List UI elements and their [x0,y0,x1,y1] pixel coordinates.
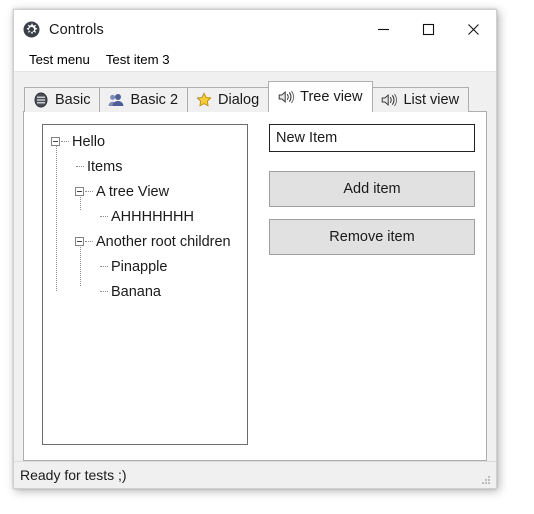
title-bar: Controls [14,10,496,49]
status-text: Ready for tests ;) [20,467,127,483]
tree-connector-dash [85,190,93,193]
tab-basic-2[interactable]: Basic 2 [99,87,189,112]
tree-item-ahhhhhhh[interactable]: AHHHHHHH [43,204,247,229]
tree-connector-dash [85,240,93,243]
tree-connector-dash [76,165,84,168]
tree-expander-hello[interactable] [51,137,60,146]
tree-item-items[interactable]: Items [43,154,247,179]
tree-item-label: Hello [72,133,106,150]
tree-item-pinapple[interactable]: Pinapple [43,254,247,279]
tree-view[interactable]: Hello Items A tree View AHHHHHHH Another… [42,124,248,445]
speaker-icon [278,89,295,105]
tab-tree-view[interactable]: Tree view [268,81,374,112]
tree-item-a-tree-view[interactable]: A tree View [43,179,247,204]
tab-list-view[interactable]: List view [372,87,470,112]
window-title: Controls [49,21,104,38]
tree-expander-a-tree-view[interactable] [75,187,84,196]
tree-item-label: Another root children [96,233,231,250]
tree-item-another-root-children[interactable]: Another root children [43,229,247,254]
tree-controls-panel: Add item Remove item [269,124,475,255]
tree-connector-dash [61,140,69,143]
menu-item-test-item-3[interactable]: Test item 3 [99,50,179,70]
star-icon [196,92,212,108]
users-icon [108,92,124,108]
minimize-button[interactable] [361,10,406,49]
tree-item-hello[interactable]: Hello [43,129,247,154]
tab-area: Basic Basic 2 Dialog Tree view List view… [14,72,496,461]
maximize-button[interactable] [406,10,451,49]
tree-connector-dash [100,215,108,218]
title-bar-left: Controls [14,21,104,38]
tab-tree-view-label: Tree view [300,89,363,105]
tree-item-label: Pinapple [111,258,168,275]
gear-icon [23,21,40,38]
speaker-icon [381,92,398,108]
remove-item-button[interactable]: Remove item [269,219,475,255]
add-item-button[interactable]: Add item [269,171,475,207]
resize-grip-icon[interactable] [480,473,492,485]
tab-panel-tree-view: Hello Items A tree View AHHHHHHH Another… [23,111,487,461]
tree-item-label: A tree View [96,183,170,200]
menu-item-test-menu[interactable]: Test menu [22,50,99,70]
tree-connector-dash [100,290,108,293]
tab-basic-label: Basic [55,92,91,108]
new-item-input[interactable] [269,124,475,152]
tree-expander-another-root-children[interactable] [75,237,84,246]
menu-bar: Test menu Test item 3 [14,49,496,72]
window-controls [361,10,496,49]
list-ellipse-icon [33,92,49,108]
status-bar: Ready for tests ;) [14,461,496,488]
tree-item-label: Items [87,158,123,175]
app-window: Controls Test menu Test item 3 Basic Bas… [13,9,497,489]
tab-list-view-label: List view [403,92,460,108]
tab-basic[interactable]: Basic [24,87,101,112]
tab-basic-2-label: Basic 2 [130,92,179,108]
tree-item-label: Banana [111,283,161,300]
tab-dialog-label: Dialog [218,92,260,108]
close-button[interactable] [451,10,496,49]
tree-item-banana[interactable]: Banana [43,279,247,304]
tab-strip: Basic Basic 2 Dialog Tree view List view [23,81,487,112]
tree-item-label: AHHHHHHH [111,208,194,225]
tab-dialog[interactable]: Dialog [187,87,270,112]
tree-connector-dash [100,265,108,268]
